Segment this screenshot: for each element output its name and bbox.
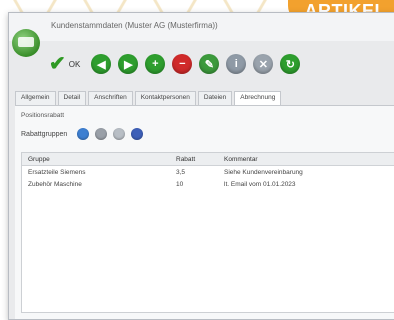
remove-group-button[interactable] [113,128,126,140]
info-icon: i [234,58,238,70]
tab-anschriften[interactable]: Anschriften [88,91,133,106]
ok-label: OK [68,59,81,69]
table-header: Gruppe Rabatt Kommentar [22,153,394,166]
tab-content: Positionsrabatt Rabattgruppen Gruppe Rab… [15,105,394,319]
customer-window: Kundenstammdaten (Muster AG (Musterfirma… [8,12,394,320]
toolbar: ✔ OK ◀ ▶ + − ✎ i ✕ ↻ [49,51,301,77]
window-title: Kundenstammdaten (Muster AG (Musterfirma… [51,21,218,30]
ok-button[interactable]: ✔ OK [49,54,80,74]
arrow-left-icon: ◀ [97,58,106,71]
table-row[interactable]: Ersatzteile Siemens 3,5 Siehe Kundenvere… [22,166,394,178]
edit-button[interactable]: ✎ [199,54,220,74]
cell-comment: Siehe Kundenvereinbarung [224,168,303,176]
pencil-icon: ✎ [204,58,214,71]
close-button[interactable]: ✕ [253,54,274,74]
title-bar: Kundenstammdaten (Muster AG (Musterfirma… [9,13,394,41]
section-label: Positionsrabatt [21,112,64,119]
column-header-group[interactable]: Gruppe [22,156,172,163]
delete-button[interactable]: − [172,54,193,74]
cell-discount: 10 [176,180,184,188]
discount-table: Gruppe Rabatt Kommentar Ersatzteile Siem… [21,152,394,313]
forward-button[interactable]: ▶ [118,54,139,74]
info-button[interactable]: i [226,54,247,74]
minus-icon: − [179,58,186,70]
tab-kontaktpersonen[interactable]: Kontaktpersonen [134,91,196,106]
settings-group-button[interactable] [131,128,144,140]
cell-group: Ersatzteile Siemens [28,168,86,176]
app-logo-icon [12,29,40,57]
refresh-button[interactable]: ↻ [280,54,301,74]
x-icon: ✕ [258,58,268,71]
cell-comment: lt. Email vom 01.01.2023 [224,180,296,188]
tab-dateien[interactable]: Dateien [197,91,233,106]
add-group-button[interactable] [77,128,90,140]
tab-abrechnung[interactable]: Abrechnung [234,91,282,106]
refresh-icon: ↻ [285,58,295,71]
back-button[interactable]: ◀ [91,54,112,74]
cell-discount: 3,5 [176,168,186,176]
column-header-comment[interactable]: Kommentar [220,156,394,163]
column-header-discount[interactable]: Rabatt [172,156,220,163]
plus-icon: + [152,58,159,70]
edit-group-button[interactable] [95,128,108,140]
tab-detail[interactable]: Detail [57,91,87,106]
tab-allgemein[interactable]: Allgemein [15,91,56,106]
table-row[interactable]: Zubehör Maschine 10 lt. Email vom 01.01.… [22,178,394,190]
sub-toolbar-label: Rabattgruppen [21,130,68,138]
checkmark-icon: ✔ [49,53,66,75]
sub-toolbar: Rabattgruppen [21,128,144,140]
cell-group: Zubehör Maschine [28,180,82,188]
add-button[interactable]: + [145,54,166,74]
arrow-right-icon: ▶ [124,58,133,71]
tab-bar: Allgemein Detail Anschriften Kontaktpers… [15,91,394,106]
